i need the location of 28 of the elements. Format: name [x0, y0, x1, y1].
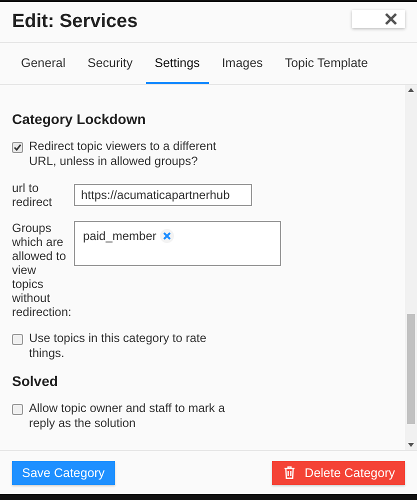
tag-label: paid_member	[83, 229, 156, 243]
tab[interactable]: Topic Template	[276, 43, 377, 84]
close-button[interactable]	[352, 10, 405, 28]
scrollbar-thumb[interactable]	[407, 314, 415, 424]
tab[interactable]: General	[12, 43, 74, 84]
checkbox-label: Allow topic owner and staff to mark a reply as the solution	[29, 401, 226, 431]
scrollbar[interactable]	[405, 85, 417, 450]
trash-icon	[284, 466, 295, 479]
checkbox-label: Redirect topic viewers to a different URL, unless in allowed groups?	[29, 139, 218, 169]
close-icon	[385, 13, 397, 25]
section-heading: Solved	[12, 373, 59, 389]
field-label: url to redirect	[12, 181, 54, 209]
section-heading: Category Lockdown	[12, 111, 147, 127]
tab[interactable]: Security	[78, 43, 142, 84]
tab[interactable]: Images	[212, 43, 272, 84]
checkbox[interactable]	[12, 334, 23, 345]
delete-button[interactable]: Delete Category	[272, 460, 405, 484]
tab[interactable]: Settings	[146, 43, 209, 84]
remove-tag-button[interactable]	[160, 229, 174, 243]
scroll-down-icon[interactable]	[408, 443, 414, 447]
url-field[interactable]: https://acumaticapartnerhub	[74, 184, 252, 206]
scroll-up-icon[interactable]	[408, 88, 414, 92]
field-label: Groups which are allowed to view topics without redirection:	[12, 221, 68, 319]
groups-field[interactable]: paid_member	[74, 221, 281, 266]
checkbox[interactable]	[12, 142, 23, 153]
window-title: Edit: Services	[12, 11, 138, 33]
checkbox[interactable]	[12, 404, 23, 415]
checkbox-label: Use topics in this category to rate things.	[29, 331, 208, 361]
